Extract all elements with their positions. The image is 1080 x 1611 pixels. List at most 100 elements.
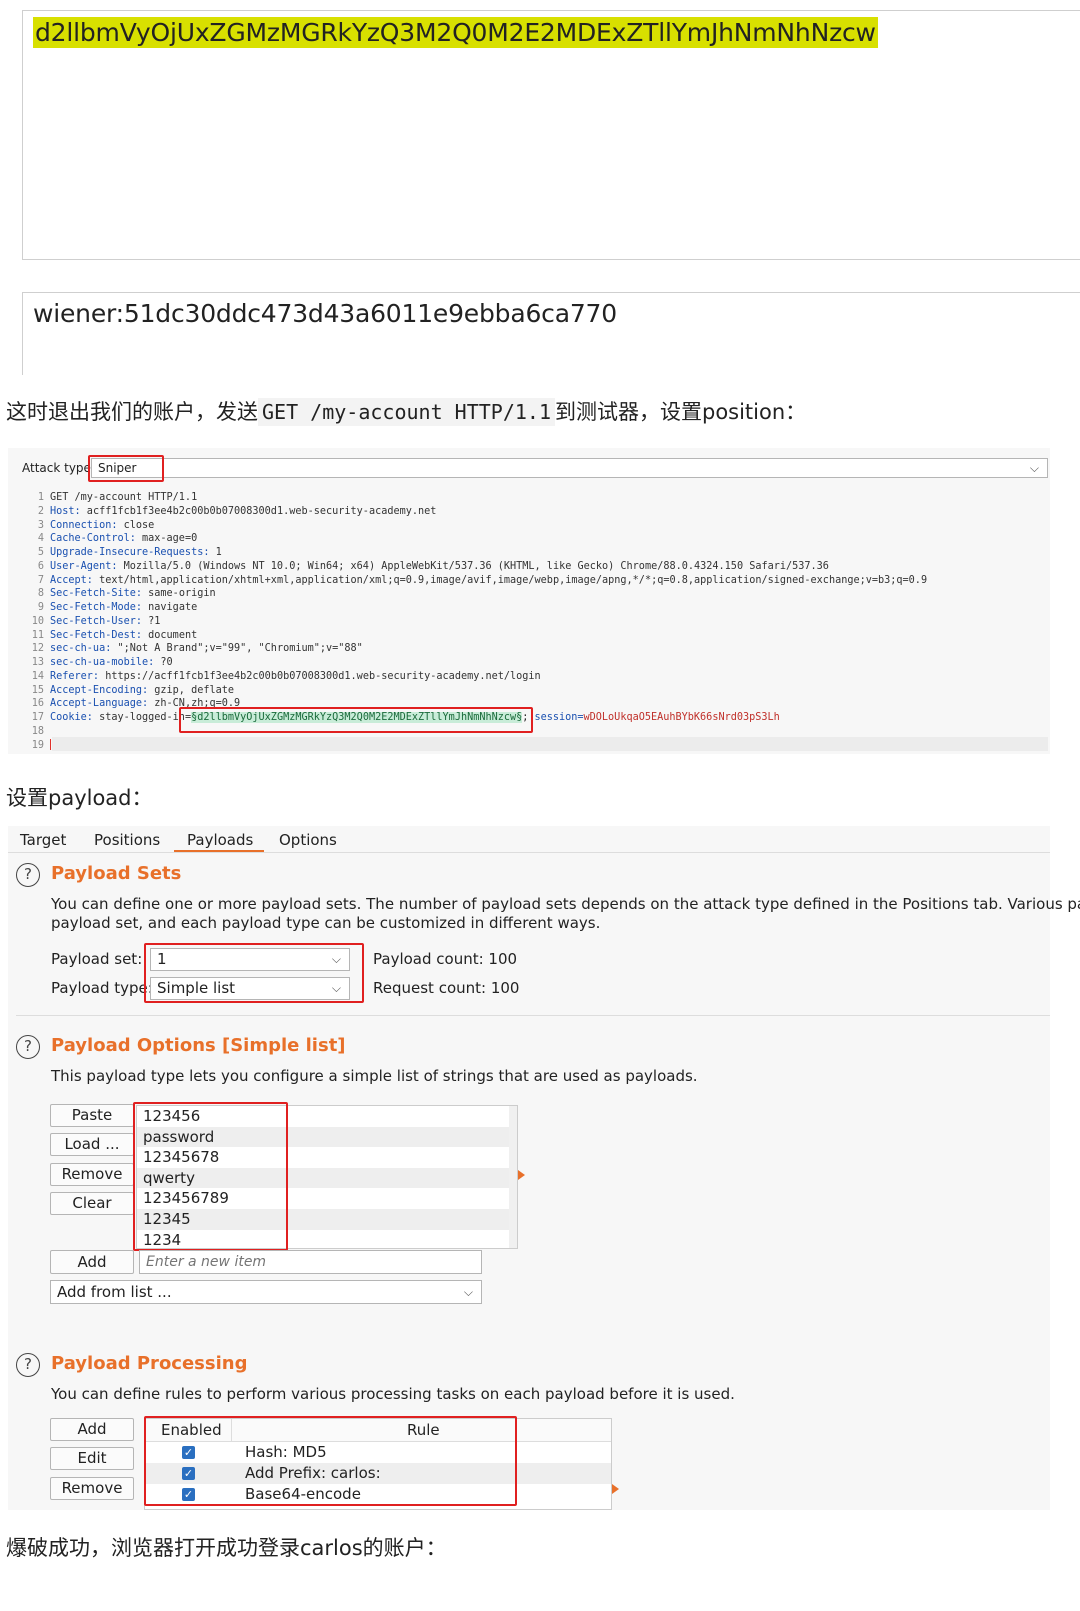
header-key: Upgrade-Insecure-Requests: [50,547,210,558]
header-value: text/html,application/xhtml+xml,applicat… [92,574,928,586]
header-key: Accept-Language: [50,698,149,710]
tab-options[interactable]: Options [279,831,337,849]
request-line: 19 [8,739,51,753]
chevron-down-icon: ⌵ [463,1285,473,1299]
expand-arrow-icon[interactable] [612,1484,619,1494]
tab-payloads[interactable]: Payloads [187,831,253,849]
line-number: 19 [31,739,44,751]
line-number: 17 [31,712,44,723]
header-value: max-age=0 [135,533,198,545]
chevron-down-icon: ⌵ [1029,461,1039,475]
payload-processing-desc: You can define rules to perform various … [51,1385,735,1403]
request-line: 7 Accept: text/html,application/xhtml+xml… [8,574,927,588]
decoded-text: wiener:51dc30ddc473d43a6011e9ebba6ca770 [33,299,617,328]
scrollbar[interactable] [509,1106,517,1248]
active-tab-indicator [174,850,264,852]
payload-options-desc: This payload type lets you configure a s… [51,1067,698,1085]
line-number: 11 [31,629,44,641]
line-number: 12 [31,643,44,655]
payload-processing-title: Payload Processing [51,1353,248,1374]
request-line: 3 Connection: close [8,519,154,533]
header-value: https://acff1fcb1f3ee4b2c00b0b07008300d1… [99,670,541,682]
payload-options-title: Payload Options [Simple list] [51,1035,346,1056]
attack-type-label: Attack type [22,461,91,475]
line-number: 2 [37,505,44,517]
add-item-button[interactable]: Add [50,1250,134,1274]
header-value: GET /my-account HTTP/1.1 [50,492,198,503]
paste-button[interactable]: Paste [50,1104,134,1127]
expand-arrow-icon[interactable] [518,1170,525,1180]
line-number: 10 [31,615,44,627]
header-key: Sec-Fetch-User: [50,615,143,627]
header-key: Accept: [50,574,93,586]
remove-rule-button[interactable]: Remove [50,1477,134,1500]
header-key: Connection: [50,519,118,531]
tab-target[interactable]: Target [20,831,66,849]
remove-button[interactable]: Remove [50,1163,134,1186]
request-line: 1 GET /my-account HTTP/1.1 [8,491,197,505]
request-line: 9 Sec-Fetch-Mode: navigate [8,601,197,615]
new-item-input[interactable] [139,1250,482,1274]
request-line: 10 Sec-Fetch-User: ?1 [8,615,161,629]
encoded-text: d2llbmVyOjUxZGMzMGRkYzQ3M2Q0M2E2MDExZTll… [33,17,878,48]
header-value: ?1 [142,615,161,627]
request-line: 5 Upgrade-Insecure-Requests: 1 [8,546,222,560]
help-icon[interactable]: ? [16,863,40,887]
header-key: Sec-Fetch-Site: [50,588,143,600]
payload-set-label: Payload set: [51,950,143,968]
highlight-payload-set [144,943,364,1003]
header-value: 1 [209,547,222,558]
header-key: Sec-Fetch-Mode: [50,602,143,613]
positions-panel: Attack type Sniper ⌵ 1 GET /my-account HT… [8,448,1050,754]
load-button[interactable]: Load ... [50,1133,134,1156]
tab-positions[interactable]: Positions [94,831,160,849]
add-rule-button[interactable]: Add [50,1418,134,1441]
line-number: 14 [31,670,44,682]
request-line: 15 Accept-Encoding: gzip, deflate [8,684,234,698]
payload-count: Payload count: 100 [373,950,518,968]
header-key: Accept-Encoding: [50,684,149,696]
paragraph-set-payload: 设置payload： [6,786,153,810]
line-number: 16 [31,698,44,710]
line-number: 1 [37,492,44,503]
header-key: Cookie: [50,712,93,723]
request-line: 11 Sec-Fetch-Dest: document [8,629,198,643]
decoded-text-area[interactable]: wiener:51dc30ddc473d43a6011e9ebba6ca770 [22,292,1080,375]
help-icon[interactable]: ? [16,1353,40,1377]
header-key: Cache-Control: [50,533,136,545]
line-number: 15 [31,684,44,696]
session-key: session= [534,712,584,723]
line-number: 6 [37,560,44,572]
header-value: close [117,519,155,531]
header-value: same-origin [142,588,216,600]
edit-rule-button[interactable]: Edit [50,1447,134,1470]
current-line-highlight [52,737,1048,751]
divider [16,1015,1050,1016]
highlight-attack-type [88,455,164,482]
payload-sets-desc-2: payload set, and each payload type can b… [51,914,601,932]
add-from-list-select[interactable]: Add from list ... ⌵ [50,1280,482,1304]
highlight-rules [144,1416,517,1506]
request-line: 12 sec-ch-ua: ";Not A Brand";v="99", "Chr… [8,642,363,656]
header-value: acff1fcb1f3ee4b2c00b0b07008300d1.web-sec… [80,505,437,517]
payload-type-label: Payload type: [51,979,153,997]
attack-type-select[interactable]: Sniper ⌵ [91,458,1048,478]
header-value: ";Not A Brand";v="99", "Chromium";v="88" [111,643,363,655]
header-value: navigate [142,602,198,613]
header-value: Mozilla/5.0 (Windows NT 10.0; Win64; x64… [117,560,829,572]
help-icon[interactable]: ? [16,1035,40,1059]
encoded-text-area[interactable]: d2llbmVyOjUxZGMzMGRkYzQ3M2Q0M2E2MDExZTll… [22,10,1080,260]
header-key: Host: [50,505,81,517]
request-line: 4 Cache-Control: max-age=0 [8,532,197,546]
header-key: Sec-Fetch-Dest: [50,629,143,641]
clear-button[interactable]: Clear [50,1192,134,1215]
line-number: 5 [37,547,44,558]
header-value: gzip, deflate [148,684,235,696]
paragraph-send-request: 这时退出我们的账户，发送 GET /my-account HTTP/1.1 到测试器… [6,398,807,426]
request-line: 2 Host: acff1fcb1f3ee4b2c00b0b07008300d1.… [8,505,437,519]
payloads-panel: Target Positions Payloads Options ? Payl… [8,826,1080,1510]
request-line: 13 sec-ch-ua-mobile: ?0 [8,656,173,670]
line-number: 13 [31,657,44,668]
tab-bar: Target Positions Payloads Options [8,826,1050,853]
header-value: document [142,629,198,641]
